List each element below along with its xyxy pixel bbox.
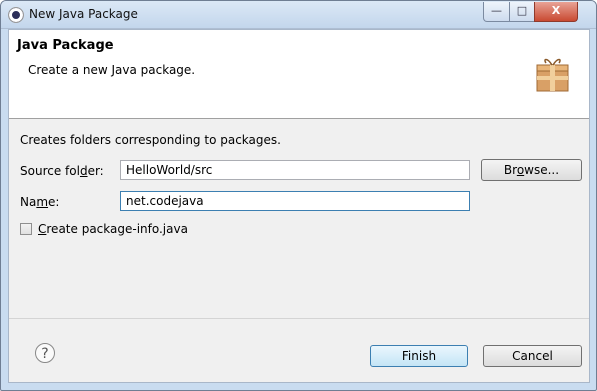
source-folder-label: Source folder: bbox=[20, 164, 104, 178]
dialog-content: Java Package Create a new Java package. … bbox=[8, 29, 590, 383]
browse-button[interactable]: Browse... bbox=[481, 159, 582, 181]
banner-description: Create a new Java package. bbox=[28, 63, 196, 77]
wizard-description: Creates folders corresponding to package… bbox=[20, 133, 281, 147]
create-package-info-checkbox[interactable] bbox=[20, 223, 32, 235]
help-icon[interactable]: ? bbox=[35, 343, 55, 363]
package-name-input[interactable]: net.codejava bbox=[120, 191, 470, 211]
wizard-banner: Java Package Create a new Java package. bbox=[9, 30, 589, 119]
package-icon bbox=[536, 58, 569, 92]
minimize-button[interactable]: — bbox=[483, 2, 510, 22]
title-bar[interactable]: New Java Package — □ X bbox=[1, 1, 596, 29]
cancel-button[interactable]: Cancel bbox=[483, 345, 582, 367]
finish-button[interactable]: Finish bbox=[370, 345, 468, 367]
maximize-button[interactable]: □ bbox=[509, 2, 535, 22]
eclipse-app-icon bbox=[8, 7, 24, 23]
create-package-info-label[interactable]: Create package-info.java bbox=[38, 222, 188, 236]
source-folder-input[interactable]: HelloWorld/src bbox=[120, 160, 470, 180]
name-label: Name: bbox=[20, 195, 60, 209]
window-title: New Java Package bbox=[29, 7, 138, 21]
banner-title: Java Package bbox=[17, 38, 114, 53]
close-button[interactable]: X bbox=[534, 2, 578, 22]
footer-separator bbox=[9, 318, 589, 319]
dialog-window: New Java Package — □ X Java Package Crea… bbox=[0, 0, 597, 391]
